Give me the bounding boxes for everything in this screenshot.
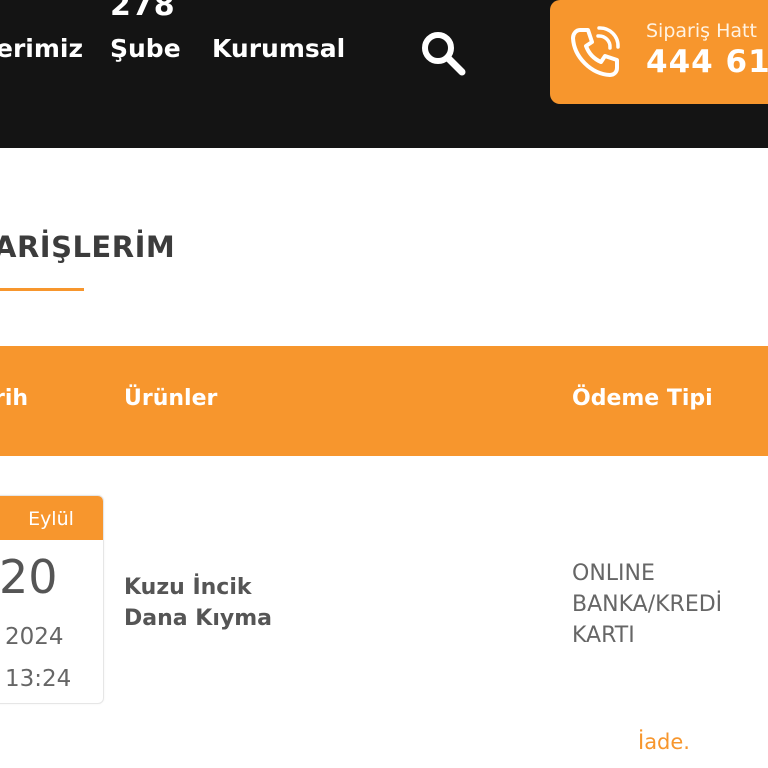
orders-table-header: rih Ürünler Ödeme Tipi xyxy=(0,346,768,456)
payment-line: ONLINE xyxy=(572,561,655,586)
order-line-label: Sipariş Hatt xyxy=(646,20,757,42)
column-header-date: rih xyxy=(0,386,29,411)
column-header-products: Ürünler xyxy=(124,386,218,411)
refund-link[interactable]: İade. xyxy=(638,730,690,754)
product-item: Kuzu İncik xyxy=(124,575,252,600)
nav-corporate-link[interactable]: Kurumsal xyxy=(212,34,345,63)
order-time: 13:24 xyxy=(5,666,72,692)
order-products: Kuzu İncik Dana Kıyma xyxy=(124,572,272,634)
order-line-button[interactable]: Sipariş Hatt 444 61 6 xyxy=(550,0,768,104)
order-line-number: 444 61 6 xyxy=(646,44,768,80)
branch-count: 278 xyxy=(110,0,176,23)
payment-line: KARTI xyxy=(572,623,635,648)
order-payment-type: ONLINE BANKA/KREDİ KARTI xyxy=(572,558,722,651)
order-year: 2024 xyxy=(5,624,64,650)
nav-stores-link[interactable]: erimiz xyxy=(0,34,83,63)
product-item: Dana Kıyma xyxy=(124,606,272,631)
order-date-card: Eylül 20 2024 13:24 xyxy=(0,495,104,704)
search-icon xyxy=(422,32,466,76)
nav-branch-link[interactable]: Şube xyxy=(110,34,181,63)
column-header-payment: Ödeme Tipi xyxy=(572,386,713,411)
page-title: ARİŞLERİM xyxy=(0,230,176,264)
title-underline xyxy=(0,288,84,291)
order-month: Eylül xyxy=(0,496,103,540)
phone-icon xyxy=(571,26,620,77)
payment-line: BANKA/KREDİ xyxy=(572,592,723,617)
search-button[interactable] xyxy=(418,28,468,78)
order-day: 20 xyxy=(0,550,58,604)
site-header: 278 erimiz Şube Kurumsal Sipariş Hatt 44… xyxy=(0,0,768,148)
